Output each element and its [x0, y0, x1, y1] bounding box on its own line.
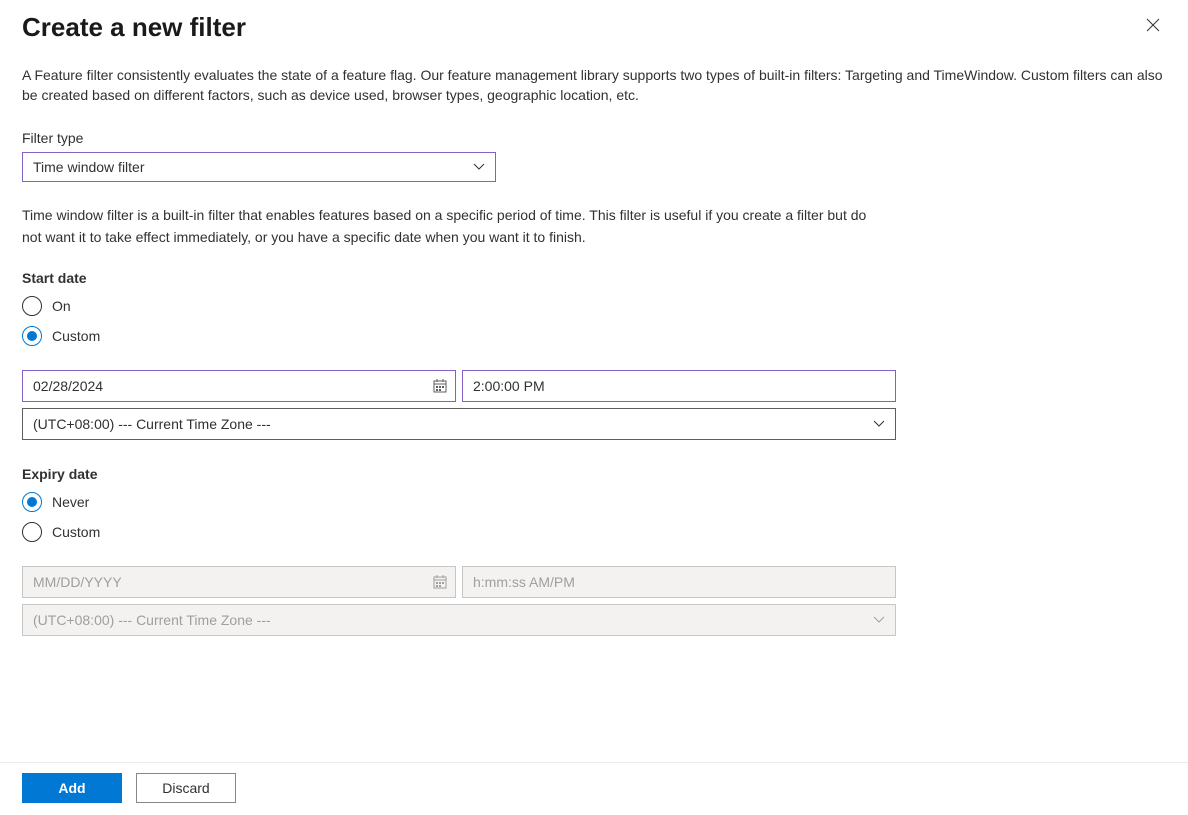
start-timezone-value: (UTC+08:00) --- Current Time Zone ---	[33, 416, 271, 432]
expiry-time-placeholder: h:mm:ss AM/PM	[473, 574, 575, 590]
expiry-date-placeholder: MM/DD/YYYY	[33, 574, 122, 590]
start-date-label: Start date	[22, 270, 1166, 286]
calendar-icon	[433, 379, 447, 393]
radio-icon	[22, 326, 42, 346]
discard-button[interactable]: Discard	[136, 773, 236, 803]
expiry-timezone-value: (UTC+08:00) --- Current Time Zone ---	[33, 612, 271, 628]
add-button[interactable]: Add	[22, 773, 122, 803]
expiry-timezone-select: (UTC+08:00) --- Current Time Zone ---	[22, 604, 896, 636]
radio-label-custom: Custom	[52, 328, 100, 344]
radio-label-custom: Custom	[52, 524, 100, 540]
page-title: Create a new filter	[22, 12, 246, 43]
chevron-down-icon	[473, 163, 485, 171]
start-date-input[interactable]: 02/28/2024	[22, 370, 456, 402]
filter-type-label: Filter type	[22, 130, 1166, 146]
radio-label-on: On	[52, 298, 71, 314]
footer-bar: Add Discard	[0, 762, 1188, 815]
chevron-down-icon	[873, 616, 885, 624]
filter-type-value: Time window filter	[33, 159, 145, 175]
radio-icon	[22, 296, 42, 316]
radio-label-never: Never	[52, 494, 89, 510]
start-date-value: 02/28/2024	[33, 378, 103, 394]
radio-icon	[22, 522, 42, 542]
radio-icon	[22, 492, 42, 512]
panel-description: A Feature filter consistently evaluates …	[22, 65, 1166, 106]
start-time-input[interactable]: 2:00:00 PM	[462, 370, 896, 402]
expiry-date-label: Expiry date	[22, 466, 1166, 482]
filter-type-select[interactable]: Time window filter	[22, 152, 496, 182]
expiry-time-input: h:mm:ss AM/PM	[462, 566, 896, 598]
start-time-value: 2:00:00 PM	[473, 378, 545, 394]
expiry-date-radio-custom[interactable]: Custom	[22, 522, 1166, 542]
expiry-date-radio-never[interactable]: Never	[22, 492, 1166, 512]
filter-helper-text: Time window filter is a built-in filter …	[22, 204, 872, 249]
start-timezone-select[interactable]: (UTC+08:00) --- Current Time Zone ---	[22, 408, 896, 440]
close-icon[interactable]	[1140, 12, 1166, 42]
start-date-radio-custom[interactable]: Custom	[22, 326, 1166, 346]
expiry-date-input: MM/DD/YYYY	[22, 566, 456, 598]
calendar-icon	[433, 575, 447, 589]
start-date-radio-on[interactable]: On	[22, 296, 1166, 316]
chevron-down-icon	[873, 420, 885, 428]
